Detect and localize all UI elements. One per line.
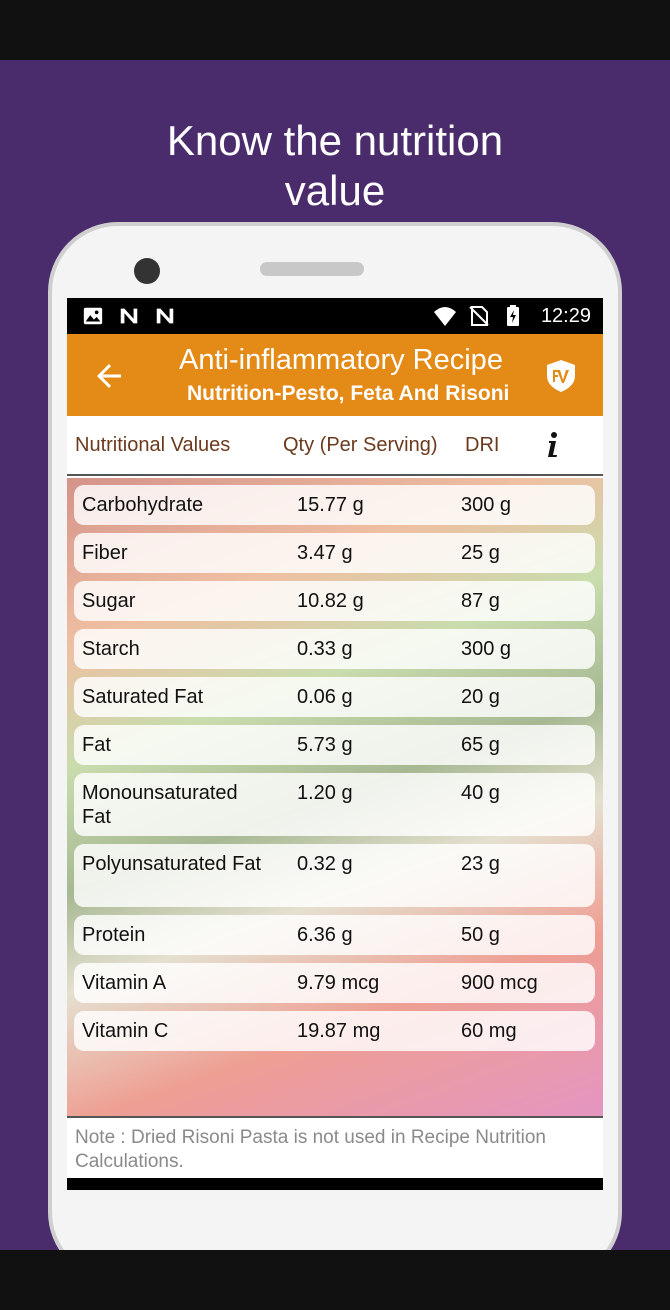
nutrient-qty: 19.87 mg — [297, 1020, 381, 1042]
earpiece-speaker — [260, 262, 364, 276]
bottom-black-bar — [0, 1250, 670, 1310]
table-row: Vitamin C 19.87 mg 60 mg — [74, 1011, 595, 1051]
info-icon[interactable] — [541, 430, 565, 460]
header-nutritional-values: Nutritional Values — [75, 434, 231, 456]
table-row: Starch 0.33 g 300 g — [74, 629, 595, 669]
nutrient-name: Fat — [82, 734, 111, 756]
nutrient-name: Monounsaturated Fat — [82, 782, 238, 828]
headline-line-1: Know the nutrition — [166, 117, 504, 164]
front-camera — [134, 258, 160, 284]
header-qty-per-serving: Qty (Per Serving) — [283, 434, 438, 456]
nutrient-qty: 3.47 g — [297, 542, 353, 564]
header-dri: DRI — [465, 434, 500, 456]
app-logo-icon[interactable] — [543, 358, 579, 394]
table-row: Sugar 10.82 g 87 g — [74, 581, 595, 621]
nutrient-name: Sugar — [82, 590, 136, 612]
nutrient-name: Fiber — [82, 542, 128, 564]
nutrient-dri: 50 g — [461, 924, 500, 946]
nutrition-rows: Carbohydrate 15.77 g 300 g Fiber 3.47 g … — [67, 478, 603, 1059]
table-row: Protein 6.36 g 50 g — [74, 915, 595, 955]
nutrient-dri: 40 g — [461, 782, 500, 804]
nutrition-list[interactable]: Carbohydrate 15.77 g 300 g Fiber 3.47 g … — [67, 478, 603, 1116]
nutrient-dri: 25 g — [461, 542, 500, 564]
nutrient-name: Vitamin C — [82, 1020, 169, 1042]
nutrient-qty: 6.36 g — [297, 924, 353, 946]
app-screen: 12:29 Anti-inflammatory Recipe Nutrition… — [67, 298, 603, 1190]
nutrient-dri: 87 g — [461, 590, 500, 612]
image-icon — [83, 307, 103, 325]
promo-headline: Know the nutrition value — [0, 116, 670, 216]
nutrient-qty: 15.77 g — [297, 494, 364, 516]
app-bar-title: Anti-inflammatory Recipe — [179, 344, 503, 376]
n-notification-icon — [156, 308, 174, 324]
nutrient-dri: 60 mg — [461, 1020, 517, 1042]
nutrient-dri: 900 mcg — [461, 972, 538, 994]
status-right-icons: 12:29 — [433, 304, 591, 328]
battery-charging-icon — [506, 305, 519, 326]
nutrient-qty: 9.79 mcg — [297, 972, 380, 994]
nutrient-qty: 10.82 g — [297, 590, 364, 612]
nutrient-qty: 1.20 g — [297, 782, 353, 804]
status-time: 12:29 — [540, 304, 591, 327]
wifi-icon — [433, 307, 456, 326]
table-row: Polyunsaturated Fat 0.32 g 23 g — [74, 844, 595, 907]
headline-line-2: value — [284, 167, 386, 214]
nutrient-dri: 65 g — [461, 734, 500, 756]
arrow-back-icon[interactable] — [91, 358, 127, 394]
nutrient-qty: 0.06 g — [297, 686, 353, 708]
no-sim-icon — [469, 306, 489, 326]
nutrient-name: Polyunsaturated Fat — [82, 853, 261, 875]
nutrient-dri: 20 g — [461, 686, 500, 708]
table-row: Carbohydrate 15.77 g 300 g — [74, 485, 595, 525]
nutrient-qty: 5.73 g — [297, 734, 353, 756]
nutrient-dri: 300 g — [461, 494, 512, 516]
app-bar: Anti-inflammatory Recipe Nutrition-Pesto… — [67, 334, 603, 416]
table-row: Saturated Fat 0.06 g 20 g — [74, 677, 595, 717]
app-bar-subtitle: Nutrition-Pesto, Feta And Risoni — [187, 382, 510, 405]
nutrient-qty: 0.33 g — [297, 638, 353, 660]
top-black-bar — [0, 0, 670, 60]
table-row: Fiber 3.47 g 25 g — [74, 533, 595, 573]
table-row: Vitamin A 9.79 mcg 900 mcg — [74, 963, 595, 1003]
nutrient-dri: 300 g — [461, 638, 512, 660]
table-header: Nutritional Values Qty (Per Serving) DRI — [67, 416, 603, 476]
nutrient-name: Carbohydrate — [82, 494, 204, 516]
navigation-bar — [67, 1178, 603, 1190]
status-bar: 12:29 — [67, 298, 603, 334]
nutrient-qty: 0.32 g — [297, 853, 353, 875]
calculation-note: Note : Dried Risoni Pasta is not used in… — [67, 1116, 603, 1178]
status-left-icons — [81, 305, 177, 327]
nutrient-name: Starch — [82, 638, 140, 660]
n-notification-icon — [120, 308, 138, 324]
nutrient-name: Saturated Fat — [82, 686, 204, 708]
table-row: Fat 5.73 g 65 g — [74, 725, 595, 765]
table-row: Monounsaturated Fat 1.20 g 40 g — [74, 773, 595, 836]
nutrient-name: Vitamin A — [82, 972, 167, 994]
nutrient-name: Protein — [82, 924, 146, 946]
nutrient-dri: 23 g — [461, 853, 500, 875]
